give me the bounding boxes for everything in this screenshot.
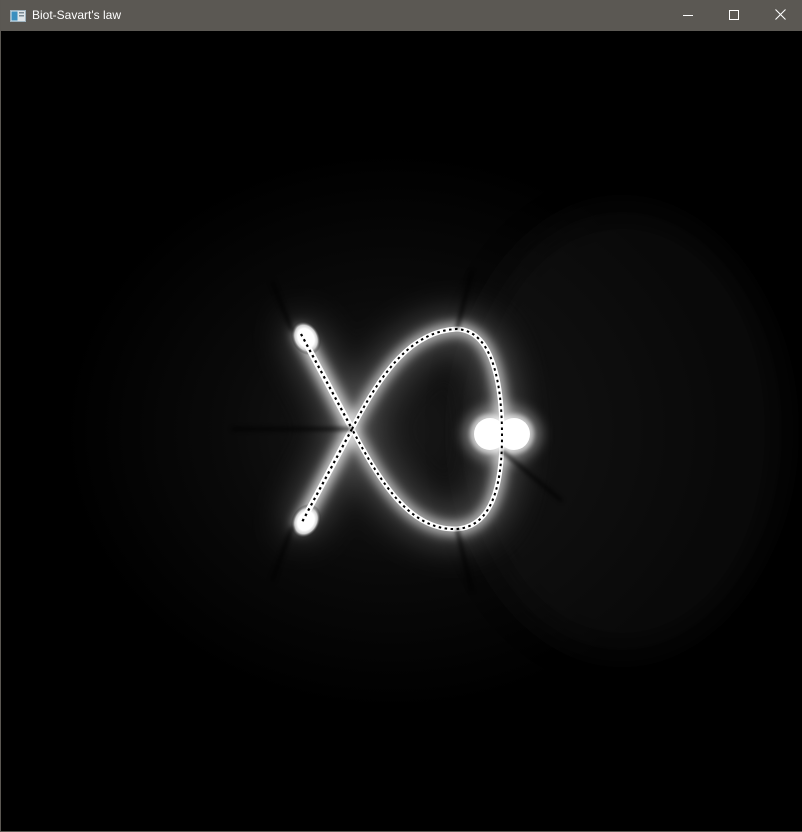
close-button[interactable] xyxy=(757,0,802,31)
app-window-icon xyxy=(10,9,26,22)
title-bar[interactable]: Biot-Savart's law xyxy=(1,0,802,31)
maximize-button[interactable] xyxy=(711,0,757,31)
maximize-icon xyxy=(729,7,739,25)
window-title: Biot-Savart's law xyxy=(32,8,121,22)
close-icon xyxy=(774,7,786,25)
magnetic-field-render xyxy=(2,31,802,831)
minimize-button[interactable] xyxy=(665,0,711,31)
minimize-icon xyxy=(683,7,693,25)
field-visualization-canvas[interactable] xyxy=(2,31,802,831)
app-window: Biot-Savart's law xyxy=(0,0,802,832)
